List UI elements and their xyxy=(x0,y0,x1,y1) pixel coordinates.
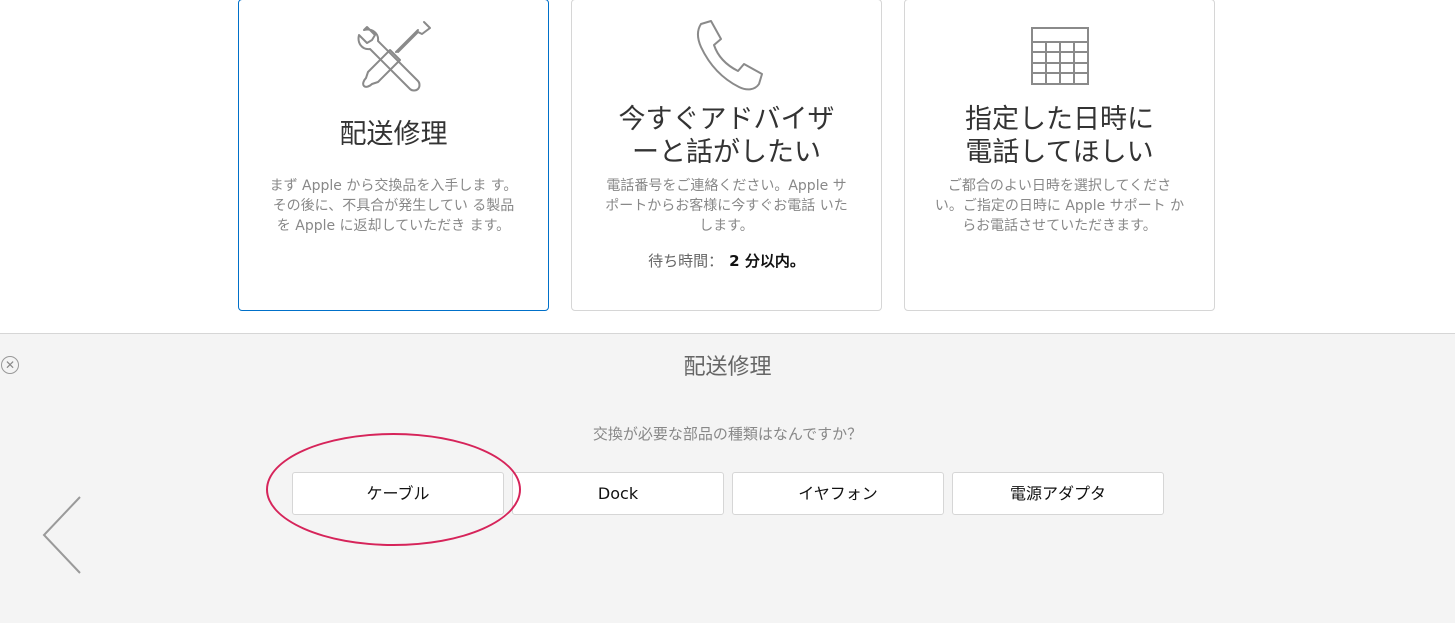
card-description: ご都合のよい日時を選択してくださ い。ご指定の日時に Apple サポート から… xyxy=(934,178,1185,234)
phone-icon xyxy=(687,18,767,94)
option-earphones[interactable]: イヤフォン xyxy=(732,472,944,515)
wait-time-value: 2 分以内。 xyxy=(729,252,805,270)
option-cable[interactable]: ケーブル xyxy=(292,472,504,515)
wait-time-label: 待ち時間： xyxy=(648,252,724,270)
calendar-icon xyxy=(1020,18,1100,94)
chevron-left-icon[interactable] xyxy=(42,495,84,575)
card-description: 電話番号をご連絡ください。Apple サポートからお客様に今すぐお電話 いたしま… xyxy=(605,178,848,234)
wait-time: 待ち時間： 2 分以内。 xyxy=(572,250,881,271)
card-scheduled-call[interactable]: 指定した日時に 電話してほしい ご都合のよい日時を選択してくださ い。ご指定の日… xyxy=(904,0,1215,311)
part-question: 交換が必要な部品の種類はなんですか？ xyxy=(592,425,863,443)
card-description: まず Apple から交換品を入手しま す。その後に、不具合が発生してい る製品… xyxy=(269,178,518,234)
panel-title: 配送修理 xyxy=(683,355,772,380)
card-call-now[interactable]: 今すぐアドバイザ ーと話がしたい 電話番号をご連絡ください。Apple サポート… xyxy=(571,0,882,311)
card-title-line: 指定した日時に xyxy=(965,104,1154,135)
card-title-line: 配送修理 xyxy=(339,119,448,150)
card-title-line: 電話してほしい xyxy=(965,137,1154,168)
option-dock[interactable]: Dock xyxy=(512,472,724,515)
card-title-line: 今すぐアドバイザ xyxy=(618,104,835,135)
support-options-area: 配送修理 まず Apple から交換品を入手しま す。その後に、不具合が発生して… xyxy=(0,0,1455,333)
card-title-line: ーと話がしたい xyxy=(632,137,821,168)
card-mail-in-repair[interactable]: 配送修理 まず Apple から交換品を入手しま す。その後に、不具合が発生して… xyxy=(238,0,549,311)
option-power-adapter[interactable]: 電源アダプタ xyxy=(952,472,1164,515)
mail-in-repair-panel: ✕ 配送修理 交換が必要な部品の種類はなんですか？ ケーブル Dock イヤフォ… xyxy=(0,333,1455,623)
tools-icon xyxy=(354,18,434,94)
